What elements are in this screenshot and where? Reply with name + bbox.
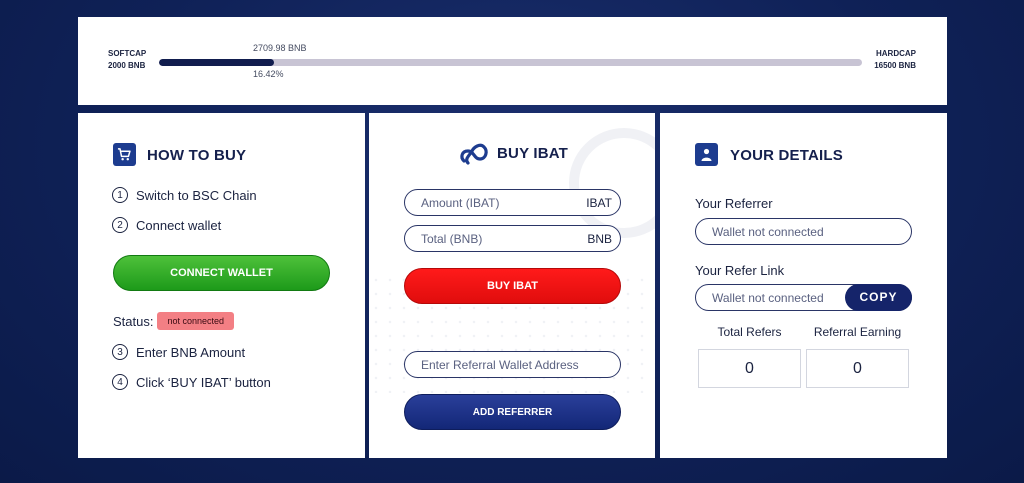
your-details-card: YOUR DETAILS Your Referrer Wallet not co… xyxy=(660,113,947,458)
add-referrer-button[interactable]: ADD REFERRER xyxy=(404,394,621,430)
referral-placeholder: Enter Referral Wallet Address xyxy=(421,357,579,372)
amount-placeholder: Amount (IBAT) xyxy=(421,195,500,210)
step-number: 2 xyxy=(112,217,128,233)
hardcap-label: HARDCAP xyxy=(876,49,916,58)
cart-icon xyxy=(113,143,136,166)
presale-progress-panel: SOFTCAP 2000 BNB 2709.98 BNB 16.42% HARD… xyxy=(78,17,947,105)
referral-earning-label: Referral Earning xyxy=(813,325,902,339)
referral-address-input[interactable]: Enter Referral Wallet Address xyxy=(404,351,621,378)
total-refers-label: Total Refers xyxy=(717,325,782,339)
amount-suffix: IBAT xyxy=(586,195,612,210)
hardcap: HARDCAP 16500 BNB xyxy=(874,48,916,72)
total-bnb-input[interactable]: Total (BNB) BNB xyxy=(404,225,621,252)
total-placeholder: Total (BNB) xyxy=(421,231,483,246)
step-text: Switch to BSC Chain xyxy=(136,187,257,203)
how-to-buy-card: HOW TO BUY 1 Switch to BSC Chain 2 Conne… xyxy=(78,113,365,458)
total-refers-value: 0 xyxy=(698,349,801,388)
referrer-field: Wallet not connected xyxy=(695,218,912,245)
refer-link-label: Your Refer Link xyxy=(695,263,785,278)
referrer-label: Your Referrer xyxy=(695,196,773,211)
referrer-value: Wallet not connected xyxy=(712,224,824,239)
step-text: Enter BNB Amount xyxy=(136,344,246,360)
softcap-value: 2000 BNB xyxy=(108,61,146,70)
your-details-title: YOUR DETAILS xyxy=(730,147,843,164)
referral-earning-value: 0 xyxy=(806,349,909,388)
buy-ibat-title: BUY IBAT xyxy=(497,145,569,162)
step-2: 2 Connect wallet xyxy=(112,217,221,233)
progress-bar-fill xyxy=(159,59,275,66)
step-number: 1 xyxy=(112,187,128,203)
buy-ibat-card: BUY IBAT Amount (IBAT) IBAT Total (BNB) … xyxy=(369,113,655,458)
softcap-label: SOFTCAP xyxy=(108,49,147,58)
refer-link-value: Wallet not connected xyxy=(712,290,824,305)
how-to-buy-title: HOW TO BUY xyxy=(147,147,247,164)
step-1: 1 Switch to BSC Chain xyxy=(112,187,257,203)
user-card-icon xyxy=(695,143,718,166)
infinity-logo-icon xyxy=(458,139,490,172)
progress-percent: 16.42% xyxy=(253,69,284,79)
refer-link-field: Wallet not connected COPY xyxy=(695,283,912,311)
step-text: Connect wallet xyxy=(136,217,222,233)
hardcap-value: 16500 BNB xyxy=(874,61,916,70)
step-4: 4 Click ‘BUY IBAT’ button xyxy=(112,374,271,390)
amount-ibat-input[interactable]: Amount (IBAT) IBAT xyxy=(404,189,621,216)
buy-ibat-button[interactable]: BUY IBAT xyxy=(404,268,621,304)
step-3: 3 Enter BNB Amount xyxy=(112,344,245,360)
copy-button[interactable]: COPY xyxy=(845,283,912,311)
step-number: 4 xyxy=(112,374,128,390)
step-number: 3 xyxy=(112,344,128,360)
step-text: Click ‘BUY IBAT’ button xyxy=(136,374,271,390)
status-label: Status: xyxy=(113,313,154,329)
raised-amount: 2709.98 BNB xyxy=(253,43,307,53)
connect-wallet-button[interactable]: CONNECT WALLET xyxy=(113,255,330,291)
total-suffix: BNB xyxy=(587,231,612,246)
progress-bar xyxy=(159,59,862,66)
status-badge: not connected xyxy=(157,312,235,330)
softcap: SOFTCAP 2000 BNB xyxy=(108,48,146,72)
watermark-emblem xyxy=(569,128,655,238)
connection-status: Status: not connected xyxy=(113,312,235,330)
